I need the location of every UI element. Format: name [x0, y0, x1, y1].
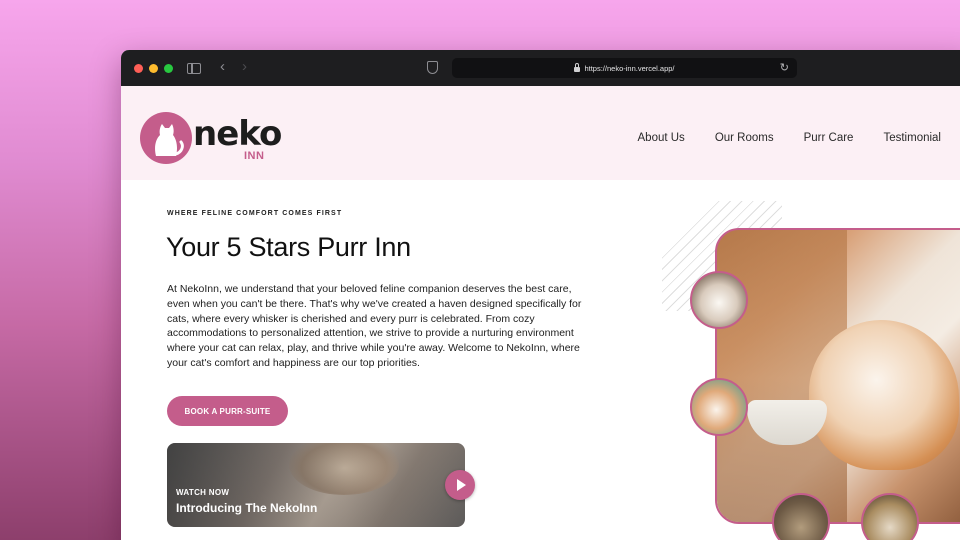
address-bar[interactable]: https://neko-inn.vercel.app/ ↻ — [452, 58, 797, 78]
play-button[interactable] — [445, 470, 475, 500]
book-purr-suite-button[interactable]: BOOK A PURR-SUITE — [167, 396, 288, 426]
minimize-window-button[interactable] — [149, 63, 158, 73]
maximize-window-button[interactable] — [164, 63, 173, 73]
cat-thumbnail-2[interactable] — [690, 378, 748, 436]
video-card[interactable]: WATCH NOW Introducing The NekoInn — [167, 443, 465, 527]
lock-icon — [574, 62, 581, 72]
logo[interactable]: neko INN — [140, 112, 282, 168]
site-header: neko INN About Us Our Rooms Purr Care Te… — [121, 86, 960, 180]
browser-toolbar: ‹ › https://neko-inn.vercel.app/ ↻ — [121, 50, 960, 86]
chevron-left-icon[interactable]: ‹ — [220, 58, 225, 75]
browser-window: ‹ › https://neko-inn.vercel.app/ ↻ neko … — [121, 50, 960, 540]
hero-eyebrow: WHERE FELINE COMFORT COMES FIRST — [167, 210, 343, 217]
cat-logo-icon — [140, 112, 192, 164]
nav-about-us[interactable]: About Us — [638, 132, 685, 144]
close-window-button[interactable] — [134, 63, 143, 73]
brand-sub: INN — [244, 150, 265, 162]
nav-testimonial[interactable]: Testimonial — [883, 132, 941, 144]
shield-icon[interactable] — [427, 61, 438, 74]
play-icon — [457, 479, 466, 491]
main-nav: About Us Our Rooms Purr Care Testimonial — [638, 132, 942, 144]
hero-title: Your 5 Stars Purr Inn — [166, 232, 411, 262]
hero-section: WHERE FELINE COMFORT COMES FIRST Your 5 … — [121, 180, 960, 540]
url-text: https://neko-inn.vercel.app/ — [584, 63, 675, 73]
window-controls — [134, 63, 173, 73]
reload-icon[interactable]: ↻ — [780, 61, 789, 74]
video-title: Introducing The NekoInn — [176, 501, 318, 515]
hero-body: At NekoInn, we understand that your belo… — [167, 283, 582, 369]
hero-cat-photo — [715, 228, 960, 524]
sidebar-toggle-icon[interactable] — [187, 63, 201, 74]
nav-purr-care[interactable]: Purr Care — [804, 132, 854, 144]
brand-name: neko — [193, 114, 282, 154]
cat-thumbnail-1[interactable] — [690, 271, 748, 329]
video-kicker: WATCH NOW — [176, 488, 230, 497]
chevron-right-icon[interactable]: › — [242, 58, 247, 75]
nav-our-rooms[interactable]: Our Rooms — [715, 132, 774, 144]
